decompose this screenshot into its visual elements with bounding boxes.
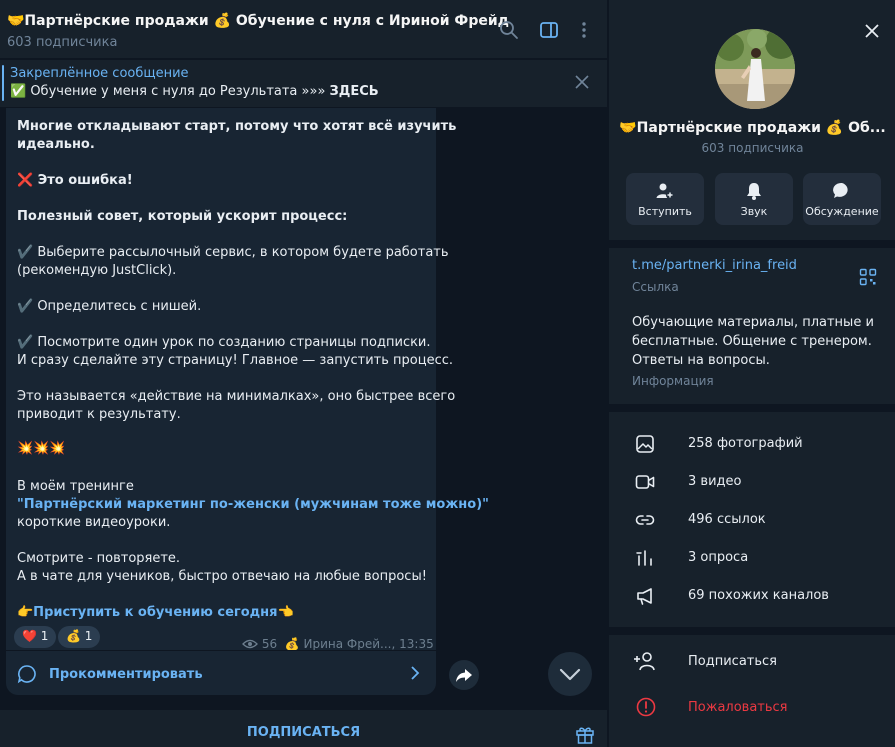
subscribe-row[interactable]: Подписаться (688, 654, 777, 669)
join-label: Вступить (638, 205, 692, 218)
reaction-count: 1 (40, 629, 49, 643)
add-user-icon (634, 652, 655, 671)
comment-label: Прокомментировать (49, 667, 203, 682)
photo-icon (636, 435, 654, 453)
close-icon[interactable] (575, 75, 589, 89)
chat-area: 🤝Партнёрские продажи 💰 Обучение с нуля с… (0, 0, 607, 747)
bottom-bar: ПОДПИСАТЬСЯ (0, 710, 607, 747)
bell-icon (747, 183, 761, 200)
share-button[interactable] (449, 660, 479, 690)
media-row-videos[interactable]: 3 видео (609, 463, 895, 501)
sound-button[interactable]: Звук (715, 173, 793, 225)
message-line: Это называется «действие на минималках»,… (17, 389, 456, 404)
reaction-count: 1 (84, 629, 93, 643)
message-line: короткие видеоуроки. (17, 515, 171, 530)
media-row-polls[interactable]: 3 опроса (609, 539, 895, 577)
megaphone-icon (637, 588, 652, 605)
pinned-title: Закреплённое сообщение (10, 66, 189, 81)
discussion-label: Обсуждение (805, 205, 879, 218)
message-line: И сразу сделайте эту страницу! Главное —… (17, 353, 453, 368)
comment-button[interactable]: Прокомментировать (6, 650, 436, 695)
chat-title[interactable]: 🤝Партнёрские продажи 💰 Обучение с нуля с… (7, 13, 509, 29)
message-bubble: Многие откладывают старт, потому что хот… (6, 108, 489, 695)
media-row-links[interactable]: 496 ссылок (609, 501, 895, 539)
link-caption: Ссылка (632, 280, 679, 294)
pinned-text-link: ЗДЕСЬ (329, 84, 379, 99)
chevron-right-icon (411, 666, 420, 680)
start-learning-link[interactable]: 👉Приступить к обучению сегодня👈 (17, 605, 294, 620)
reaction-heart[interactable]: ❤️ 1 (14, 626, 57, 648)
message-author: 💰 Ирина Фрей... (284, 637, 392, 651)
video-icon (635, 475, 655, 489)
channel-title: 🤝Партнёрские продажи 💰 Об... (619, 120, 886, 136)
message-line: ✔️ Определитесь с нишей. (17, 299, 202, 314)
description-caption: Информация (632, 374, 714, 388)
message-line: (рекомендую JustClick). (17, 263, 177, 278)
poll-icon (636, 550, 652, 566)
add-user-icon (656, 183, 674, 199)
media-label: 496 ссылок (688, 512, 766, 527)
comment-icon (17, 665, 36, 684)
message-line: В моём тренинге (17, 479, 134, 494)
description-line: Обучающие материалы, платные и (632, 315, 874, 330)
media-row-similar-channels[interactable]: 69 похожих каналов (609, 577, 895, 615)
chat-header[interactable]: 🤝Партнёрские продажи 💰 Обучение с нуля с… (0, 0, 607, 59)
close-icon[interactable] (865, 24, 879, 38)
search-icon[interactable] (499, 20, 519, 40)
divider (609, 240, 895, 248)
pinned-text-main: ✅ Обучение у меня с нуля до Результата »… (10, 84, 330, 99)
pinned-message-bar[interactable]: Закреплённое сообщение ✅ Обучение у меня… (0, 60, 607, 107)
link-icon (635, 515, 655, 525)
reaction-emoji: 💰 (66, 629, 81, 643)
message-time: 13:35 (399, 637, 434, 651)
message-line: ✔️ Посмотрите один урок по созданию стра… (17, 335, 431, 350)
message-line: 💥💥💥 (17, 441, 66, 456)
training-link[interactable]: "Партнёрский маркетинг по-женски (мужчин… (17, 497, 489, 512)
report-icon (636, 697, 656, 717)
media-label: 258 фотографий (688, 436, 803, 451)
qr-code-icon[interactable] (859, 268, 877, 286)
message-line: приводит к результату. (17, 407, 181, 422)
views-icon (242, 639, 258, 649)
side-panel-toggle-icon[interactable] (539, 20, 559, 40)
join-button[interactable]: Вступить (626, 173, 704, 225)
views-count: 56 (261, 637, 278, 651)
chat-bubble-icon (833, 182, 848, 198)
pinned-indicator (2, 65, 4, 101)
channel-info-panel: 🤝Партнёрские продажи 💰 Об... 603 подписч… (608, 0, 895, 747)
message-line: ✔️ Выберите рассылочный сервис, в которо… (17, 245, 449, 260)
sound-label: Звук (740, 205, 768, 218)
gift-icon[interactable] (575, 724, 595, 744)
channel-subscriber-count: 603 подписчика (701, 141, 804, 155)
media-row-photos[interactable]: 258 фотографий (609, 425, 895, 463)
message-line: идеально. (17, 137, 95, 152)
message-line: А в чате для учеников, быстро отвечаю на… (17, 569, 427, 584)
message-line: Полезный совет, который ускорит процесс: (17, 209, 348, 224)
message-line: Многие откладывают старт, потому что хот… (17, 119, 457, 134)
scroll-down-button[interactable] (548, 652, 592, 696)
chat-subscriber-count: 603 подписчика (7, 35, 118, 50)
description-line: бесплатные. Общение с тренером. (632, 334, 872, 349)
channel-link[interactable]: t.me/partnerki_irina_freid (632, 258, 797, 273)
subscribe-button[interactable]: ПОДПИСАТЬСЯ (0, 710, 607, 747)
channel-avatar[interactable] (715, 29, 795, 109)
reaction-money[interactable]: 💰 1 (58, 626, 101, 648)
message-line: Смотрите - повторяете. (17, 551, 181, 566)
media-label: 3 видео (688, 474, 742, 489)
description-line: Ответы на вопросы. (632, 353, 770, 368)
media-label: 3 опроса (688, 550, 749, 565)
pinned-text: ✅ Обучение у меня с нуля до Результата »… (10, 84, 379, 99)
reaction-emoji: ❤️ (22, 629, 37, 643)
message-meta: 56 💰 Ирина Фрей..., 13:35 (242, 637, 434, 651)
divider (609, 627, 895, 635)
divider (609, 404, 895, 412)
chevron-down-icon (559, 668, 581, 681)
share-arrow-icon (456, 669, 472, 682)
report-row[interactable]: Пожаловаться (688, 700, 788, 715)
discussion-button[interactable]: Обсуждение (803, 173, 881, 225)
more-options-icon[interactable] (574, 20, 594, 40)
media-label: 69 похожих каналов (688, 588, 829, 603)
message-line: ❌ Это ошибка! (17, 173, 133, 188)
